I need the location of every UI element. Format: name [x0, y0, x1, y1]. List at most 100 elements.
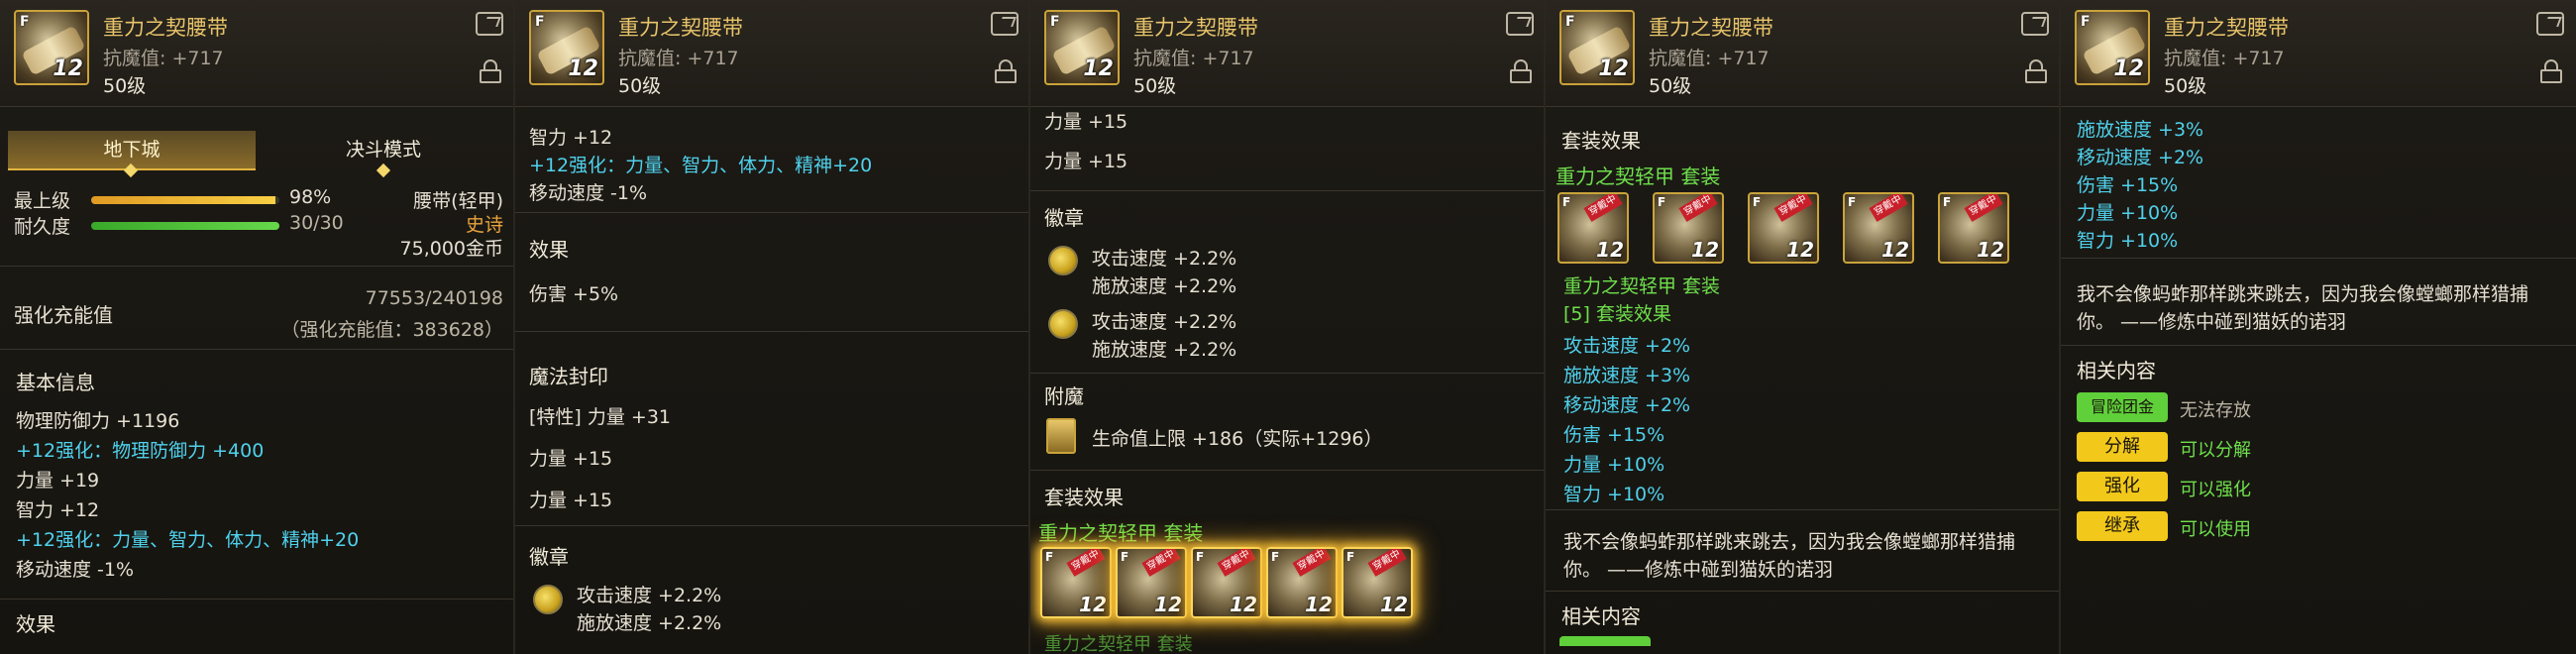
grade-letter: F — [1045, 550, 1054, 564]
enhance-level: 12 — [1977, 238, 2004, 262]
enhance-level: 12 — [1154, 593, 1182, 616]
enchant-card-icon — [1046, 418, 1076, 454]
basic-stat-line: 移动速度 -1% — [16, 559, 135, 581]
emblem-icon — [533, 585, 563, 614]
share-icon[interactable] — [2021, 12, 2049, 36]
slot-type: 腰带(轻甲) — [413, 190, 503, 212]
related-status: 无法存放 — [2180, 400, 2251, 421]
stat-label-top: 最上级 — [14, 190, 71, 212]
grade-letter: F — [1271, 550, 1280, 564]
enhance-level: 12 — [53, 56, 83, 81]
lock-icon[interactable] — [995, 59, 1017, 83]
equipped-tag: 穿戴中 — [1217, 549, 1256, 577]
basic-stat-line: 物理防御力 +1196 — [16, 410, 180, 432]
grade-letter: F — [1562, 195, 1571, 209]
set-item-slot[interactable]: 穿戴中 F 12 — [1557, 192, 1629, 264]
set-item-slot[interactable]: 穿戴中 F 12 — [1748, 192, 1819, 264]
item-header: F 12 重力之契腰带 抗魔值: +717 50级 — [515, 0, 1028, 107]
item-name: 重力之契腰带 — [618, 16, 743, 40]
set-count: [5] 套装效果 — [1563, 303, 1671, 325]
effect-title: 效果 — [16, 612, 55, 636]
tab-duel-label: 决斗模式 — [345, 139, 421, 161]
related-badge[interactable]: 强化 — [2077, 472, 2168, 501]
emblem-line: 攻击速度 +2.2% — [577, 585, 722, 606]
set-effect-line: 伤害 +15% — [1563, 424, 1665, 446]
emblem-line: 施放速度 +2.2% — [1092, 339, 1237, 361]
stat-value-top: 98% — [289, 186, 332, 208]
tooltip-panel-5: F 12 重力之契腰带 抗魔值: +717 50级 施放速度 +3% 移动速度 +2… — [2061, 0, 2576, 654]
lock-icon[interactable] — [1510, 59, 1532, 83]
related-status: 可以分解 — [2180, 440, 2251, 461]
stat-line: 智力 +12 — [529, 127, 613, 149]
enchant-line: 生命值上限 +186（实际+1296） — [1092, 428, 1383, 450]
item-resist: 抗魔值: +717 — [2164, 48, 2285, 69]
item-resist: 抗魔值: +717 — [618, 48, 739, 69]
enhance-level: 12 — [2113, 56, 2144, 81]
equipped-tag: 穿戴中 — [1678, 194, 1718, 222]
set-effect-line: 智力 +10% — [1563, 484, 1665, 505]
set-item-slot[interactable]: 穿戴中 F 12 — [1843, 192, 1914, 264]
item-resist: 抗魔值: +717 — [103, 48, 224, 69]
lock-icon[interactable] — [480, 59, 501, 83]
set-item-slot[interactable]: 穿戴中 F 12 — [1116, 547, 1187, 618]
set-item-slot[interactable]: 穿戴中 F 12 — [1653, 192, 1724, 264]
item-thumbnail: F 12 — [1559, 10, 1635, 85]
durability-bar — [91, 222, 279, 230]
enhance-level: 12 — [1598, 56, 1629, 81]
share-icon[interactable] — [991, 12, 1019, 36]
related-title: 相关内容 — [2077, 359, 2156, 382]
item-level: 50级 — [1649, 75, 1692, 97]
seal-title: 魔法封印 — [529, 365, 608, 388]
share-icon[interactable] — [476, 12, 503, 36]
related-badge[interactable]: 冒险团金库 — [2077, 392, 2168, 446]
item-header: F 12 重力之契腰带 抗魔值: +717 50级 — [0, 0, 513, 107]
emblem-line: 攻击速度 +2.2% — [1092, 248, 1237, 270]
seal-line: 力量 +15 — [529, 490, 613, 511]
share-icon[interactable] — [2536, 12, 2564, 36]
badge-partial — [1559, 636, 1651, 646]
grade-letter: F — [1565, 14, 1575, 30]
set-effect-line: 伤害 +15% — [2077, 174, 2179, 196]
lock-icon[interactable] — [2540, 59, 2562, 83]
set-item-slot[interactable]: 穿戴中 F 12 — [1040, 547, 1112, 618]
set-item-slot[interactable]: 穿戴中 F 12 — [1938, 192, 2009, 264]
basic-stat-line: +12强化：力量、智力、体力、精神+20 — [16, 529, 360, 551]
seal-line: 力量 +15 — [1044, 151, 1128, 172]
equipped-tag: 穿戴中 — [1141, 549, 1181, 577]
tooltip-panel-1: F 12 重力之契腰带 抗魔值: +717 50级 地下城 决斗模式 最上级 98… — [0, 0, 515, 654]
basic-info-title: 基本信息 — [16, 371, 95, 394]
share-icon[interactable] — [1506, 12, 1534, 36]
grade-letter: F — [1196, 550, 1205, 564]
enhance-level: 12 — [1083, 56, 1114, 81]
emblem-title: 徽章 — [529, 545, 569, 569]
set-item-slot[interactable]: 穿戴中 F 12 — [1191, 547, 1262, 618]
enhance-level: 12 — [1881, 238, 1909, 262]
emblem-title: 徽章 — [1044, 206, 1084, 230]
item-name: 重力之契腰带 — [1133, 16, 1258, 40]
item-thumbnail: F 12 — [529, 10, 604, 85]
enchant-title: 附魔 — [1044, 384, 1084, 408]
related-status: 可以使用 — [2180, 519, 2251, 540]
item-name: 重力之契腰带 — [1649, 16, 1773, 40]
equipped-tag: 穿戴中 — [1066, 549, 1106, 577]
set-item-slot[interactable]: 穿戴中 F 12 — [1342, 547, 1413, 618]
grade-letter: F — [1848, 195, 1857, 209]
item-resist: 抗魔值: +717 — [1133, 48, 1254, 69]
emblem-icon — [1048, 309, 1078, 339]
top-grade-bar — [91, 196, 279, 204]
stat-line: 移动速度 -1% — [529, 182, 648, 204]
lock-icon[interactable] — [2025, 59, 2047, 83]
set-name: 重力之契轻甲 套装 — [1038, 521, 1204, 545]
flavor-text: 你。 ——修炼中碰到猫妖的诺羽 — [1563, 559, 1834, 581]
grade-letter: F — [1753, 195, 1762, 209]
item-header: F 12 重力之契腰带 抗魔值: +717 50级 — [2061, 0, 2576, 107]
related-status: 可以强化 — [2180, 480, 2251, 500]
set-item-slot[interactable]: 穿戴中 F 12 — [1266, 547, 1338, 618]
flavor-text: 我不会像蚂蚱那样跳来跳去，因为我会像螳螂那样猎捕 — [1563, 531, 2016, 553]
item-name: 重力之契腰带 — [103, 16, 228, 40]
related-badge[interactable]: 分解 — [2077, 432, 2168, 462]
related-badge[interactable]: 继承 — [2077, 511, 2168, 541]
seal-line: 力量 +15 — [529, 448, 613, 470]
basic-stat-line: +12强化：物理防御力 +400 — [16, 440, 265, 462]
enhance-level: 12 — [1691, 238, 1719, 262]
